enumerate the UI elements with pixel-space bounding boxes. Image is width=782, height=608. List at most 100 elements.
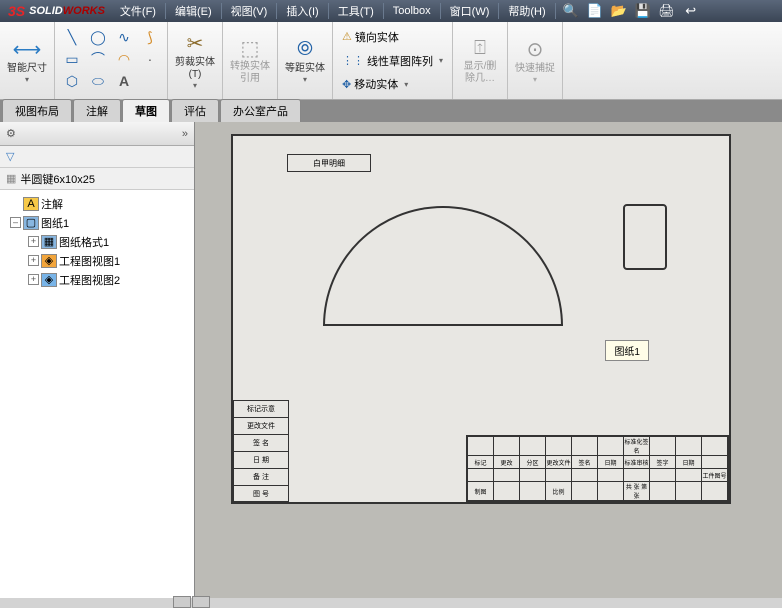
panel-collapse-icon[interactable]: » xyxy=(182,128,188,140)
quick-access-toolbar: 🔍 📄 📂 💾 🖨 ↩ xyxy=(562,2,700,20)
menu-窗口[interactable]: 窗口(W) xyxy=(443,0,497,22)
menu-编辑[interactable]: 编辑(E) xyxy=(168,0,219,22)
circle-tool-icon[interactable]: ◯ xyxy=(87,26,109,48)
menu-帮助[interactable]: 帮助(H) xyxy=(501,0,552,22)
filter-bar[interactable]: ▽ xyxy=(0,146,194,168)
command-tabstrip: 视图布局注解草图评估办公室产品 xyxy=(0,100,782,122)
title-block-cell: 比例 xyxy=(546,482,572,501)
tree-node-图纸1[interactable]: –▢图纸1 xyxy=(0,213,194,232)
title-block-cell: 标准审核 xyxy=(624,456,650,469)
title-block-cell xyxy=(650,437,676,456)
quick-snap-button: ⊙ 快速捕捉 ▾ xyxy=(514,26,556,94)
title-block-cell: 更改 xyxy=(494,456,520,469)
rect-tool-icon[interactable]: ▭ xyxy=(61,48,83,70)
title-block-cell xyxy=(650,482,676,501)
tree-expander[interactable]: + xyxy=(28,236,39,247)
tree-expander xyxy=(10,198,21,209)
line-tool-icon[interactable]: ╲ xyxy=(61,26,83,48)
title-block-cell: 共 张 第 张 xyxy=(624,482,650,501)
title-block-cell: 签字 xyxy=(650,456,676,469)
menu-工具[interactable]: 工具(T) xyxy=(331,0,381,22)
offset-icon: ⦾ xyxy=(297,37,313,63)
title-block-cell xyxy=(572,437,598,456)
tree-node-工程图视图2[interactable]: +◈工程图视图2 xyxy=(0,270,194,289)
tab-视图布局[interactable]: 视图布局 xyxy=(2,99,72,122)
work-area: ⚙ » ▽ ▦ 半圆键6x10x25 A注解–▢图纸1+▦图纸格式1+◈工程图视… xyxy=(0,122,782,598)
title-block-cell xyxy=(572,482,598,501)
title-block-cell xyxy=(520,437,546,456)
title-block-cell: 工件图号 xyxy=(702,469,728,482)
tree-node-工程图视图1[interactable]: +◈工程图视图1 xyxy=(0,251,194,270)
point-tool-icon[interactable]: · xyxy=(139,48,161,70)
title-block-cell xyxy=(468,437,494,456)
spline-tool-icon[interactable]: ∿ xyxy=(113,26,135,48)
drawing-canvas[interactable]: 白甲明细 图纸1 标记示意更改文件签 名日 期备 注图 号 标准化签名标记更改分… xyxy=(195,122,782,598)
menu-视图[interactable]: 视图(V) xyxy=(224,0,275,22)
tree-node-icon: A xyxy=(23,197,39,211)
title-block-cell xyxy=(702,456,728,469)
qat-button-1[interactable]: 📄 xyxy=(586,2,604,20)
qat-button-4[interactable]: 🖨 xyxy=(658,2,676,20)
drawing-sheet: 白甲明细 图纸1 标记示意更改文件签 名日 期备 注图 号 标准化签名标记更改分… xyxy=(231,134,731,504)
title-block-cell: 制图 xyxy=(468,482,494,501)
title-block-cell xyxy=(520,482,546,501)
part-name-row[interactable]: ▦ 半圆键6x10x25 xyxy=(0,168,194,190)
qat-button-3[interactable]: 💾 xyxy=(634,2,652,20)
title-block-cell: 更改文件 xyxy=(546,456,572,469)
title-block-cell xyxy=(546,437,572,456)
mirror-button[interactable]: ⚠镜向实体 xyxy=(339,26,446,48)
title-block-cell xyxy=(572,469,598,482)
title-block-cell xyxy=(624,469,650,482)
tree-node-label: 图纸格式1 xyxy=(59,234,109,250)
menu-文件[interactable]: 文件(F) xyxy=(113,0,163,22)
rev-table-cell: 日 期 xyxy=(233,451,289,468)
text-tool-icon[interactable]: A xyxy=(113,70,135,92)
feature-tree: A注解–▢图纸1+▦图纸格式1+◈工程图视图1+◈工程图视图2 xyxy=(0,190,194,598)
slot-tool-icon[interactable]: ⬭ xyxy=(87,70,109,92)
convert-icon: ⬚ xyxy=(241,35,260,61)
qat-button-0[interactable]: 🔍 xyxy=(562,2,580,20)
title-block-cell: 日期 xyxy=(676,456,702,469)
show-delete-icon: ⍐ xyxy=(474,35,486,61)
tab-注解[interactable]: 注解 xyxy=(73,99,121,122)
tree-expander[interactable]: + xyxy=(28,255,39,266)
convert-button: ⬚ 转换实体引用 xyxy=(229,26,271,94)
tree-node-icon: ▢ xyxy=(23,216,39,230)
menu-toolbox[interactable]: Toolbox xyxy=(386,0,438,22)
tree-expander[interactable]: + xyxy=(28,274,39,285)
smart-dimension-button[interactable]: ⟷ 智能尺寸 ▾ xyxy=(6,26,48,94)
tab-草图[interactable]: 草图 xyxy=(122,99,170,122)
title-block-cell xyxy=(676,482,702,501)
menu-bar: 3S SOLIDWORKS 文件(F)编辑(E)视图(V)插入(I)工具(T)T… xyxy=(0,0,782,22)
title-block: 标准化签名标记更改分区更改文件签名日期标准审核签字日期工件图号制图比例共 张 第… xyxy=(466,435,729,502)
title-block-cell xyxy=(546,469,572,482)
tab-评估[interactable]: 评估 xyxy=(171,99,219,122)
move-button[interactable]: ✥移动实体▾ xyxy=(339,73,446,95)
ellipse-tool-icon[interactable]: ◠ xyxy=(113,48,135,70)
title-block-cell xyxy=(598,469,624,482)
trim-icon: ✂ xyxy=(187,31,204,57)
drawing-view-rect[interactable] xyxy=(623,204,667,270)
dimension-icon: ⟷ xyxy=(13,37,42,63)
menu-插入[interactable]: 插入(I) xyxy=(279,0,325,22)
offset-button[interactable]: ⦾ 等距实体 ▾ xyxy=(284,26,326,94)
pattern-button[interactable]: ⋮⋮线性草图阵列▾ xyxy=(339,50,446,72)
tree-node-label: 注解 xyxy=(41,196,63,212)
tab-办公室产品[interactable]: 办公室产品 xyxy=(220,99,301,122)
title-block-cell xyxy=(468,469,494,482)
tree-node-icon: ◈ xyxy=(41,254,57,268)
qat-button-5[interactable]: ↩ xyxy=(682,2,700,20)
title-block-cell xyxy=(598,437,624,456)
trim-button[interactable]: ✂ 剪裁实体(T) ▾ xyxy=(174,26,216,94)
tree-expander[interactable]: – xyxy=(10,217,21,228)
panel-config-icon[interactable]: ⚙ xyxy=(6,127,16,140)
tree-node-icon: ◈ xyxy=(41,273,57,287)
qat-button-2[interactable]: 📂 xyxy=(610,2,628,20)
polygon-tool-icon[interactable]: ⬡ xyxy=(61,70,83,92)
panel-header: ⚙ » xyxy=(0,122,194,146)
arc2-tool-icon[interactable]: ⌒ xyxy=(87,48,109,70)
drawing-view-arc[interactable] xyxy=(323,206,563,326)
arc-tool-icon[interactable]: ⟆ xyxy=(139,26,161,48)
tree-node-图纸格式1[interactable]: +▦图纸格式1 xyxy=(0,232,194,251)
tree-node-注解[interactable]: A注解 xyxy=(0,194,194,213)
